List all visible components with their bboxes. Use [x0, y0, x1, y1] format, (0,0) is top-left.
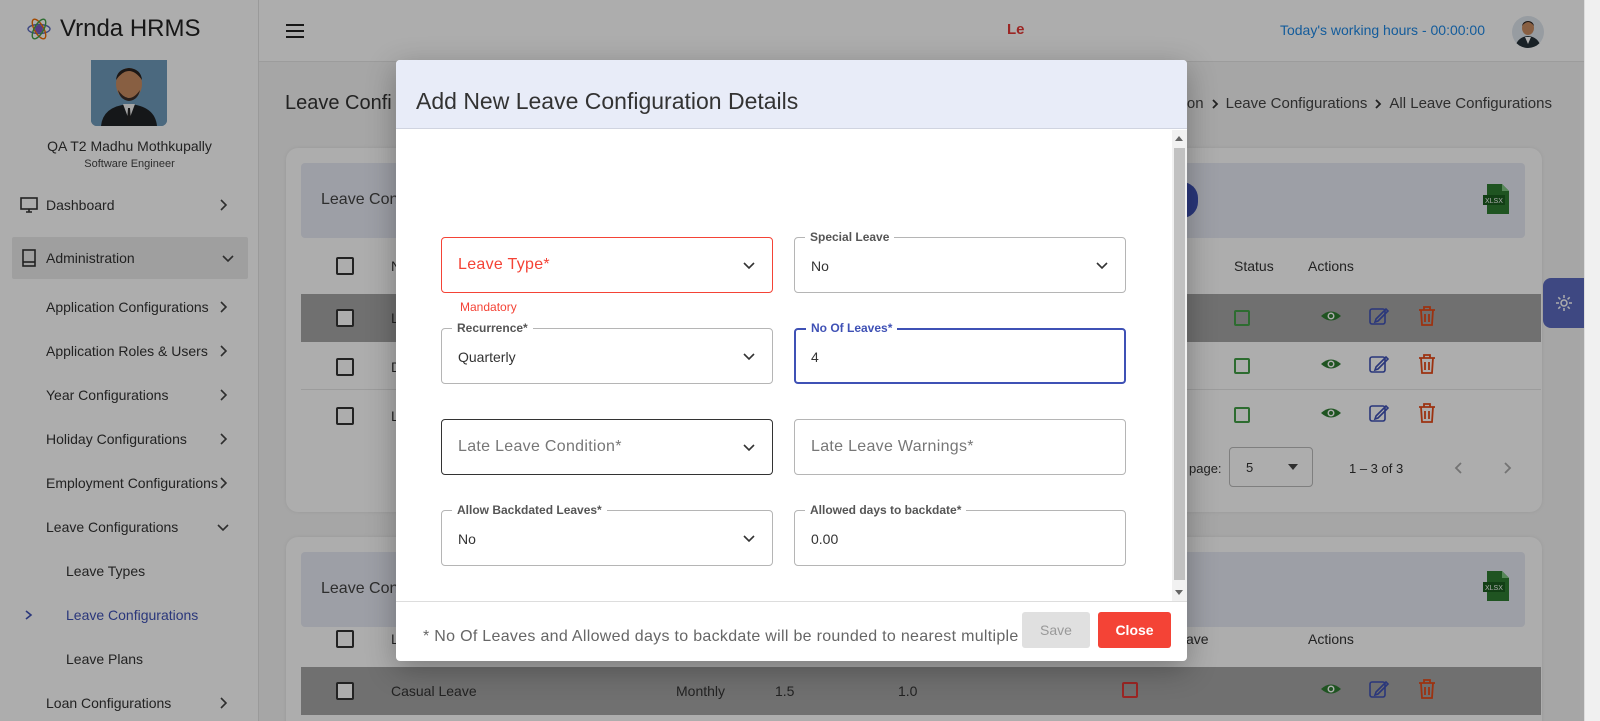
scroll-up-icon[interactable] — [1175, 136, 1183, 141]
recurrence-label: Recurrence* — [452, 321, 533, 335]
close-button[interactable]: Close — [1098, 612, 1171, 648]
allowed-days-value: 0.00 — [811, 531, 839, 547]
dialog-scrollbar[interactable] — [1172, 130, 1187, 601]
chevron-down-icon — [1096, 262, 1108, 270]
chevron-down-icon — [743, 353, 755, 361]
special-leave-select[interactable]: Special Leave No — [794, 230, 1126, 293]
special-leave-value: No — [811, 258, 829, 274]
allowed-days-backdate-input[interactable]: Allowed days to backdate* 0.00 — [794, 503, 1126, 566]
add-leave-configuration-dialog: Add New Leave Configuration Details Leav… — [396, 60, 1187, 661]
leave-type-placeholder: Leave Type* — [458, 256, 550, 273]
scrollbar-thumb[interactable] — [1174, 148, 1185, 580]
save-button[interactable]: Save — [1022, 612, 1090, 648]
leave-type-error: Mandatory — [460, 300, 517, 314]
dialog-body: Leave Type* Mandatory Special Leave No R… — [396, 130, 1187, 645]
leave-type-select[interactable]: Leave Type* — [441, 237, 773, 293]
dialog-header: Add New Leave Configuration Details — [396, 60, 1187, 129]
late-leave-warnings-placeholder: Late Leave Warnings* — [811, 438, 974, 455]
late-leave-condition-select[interactable]: Late Leave Condition* — [441, 419, 773, 475]
no-of-leaves-value: 4 — [811, 349, 819, 365]
special-leave-label: Special Leave — [805, 230, 895, 244]
scroll-down-icon[interactable] — [1175, 590, 1183, 595]
late-leave-warnings-input[interactable]: Late Leave Warnings* — [794, 419, 1126, 475]
allowed-days-label: Allowed days to backdate* — [805, 503, 967, 517]
allow-backdated-value: No — [458, 531, 476, 547]
no-of-leaves-input[interactable]: No Of Leaves* 4 — [794, 321, 1126, 384]
dialog-title: Add New Leave Configuration Details — [416, 88, 799, 114]
chevron-down-icon — [743, 535, 755, 543]
late-leave-condition-placeholder: Late Leave Condition* — [458, 438, 622, 455]
recurrence-value: Quarterly — [458, 349, 516, 365]
no-of-leaves-label: No Of Leaves* — [806, 321, 898, 335]
allow-backdated-label: Allow Backdated Leaves* — [452, 503, 607, 517]
page-scrollbar[interactable] — [1584, 0, 1600, 721]
chevron-down-icon — [743, 444, 755, 452]
chevron-down-icon — [743, 262, 755, 270]
recurrence-select[interactable]: Recurrence* Quarterly — [441, 321, 773, 384]
allow-backdated-leaves-select[interactable]: Allow Backdated Leaves* No — [441, 503, 773, 566]
